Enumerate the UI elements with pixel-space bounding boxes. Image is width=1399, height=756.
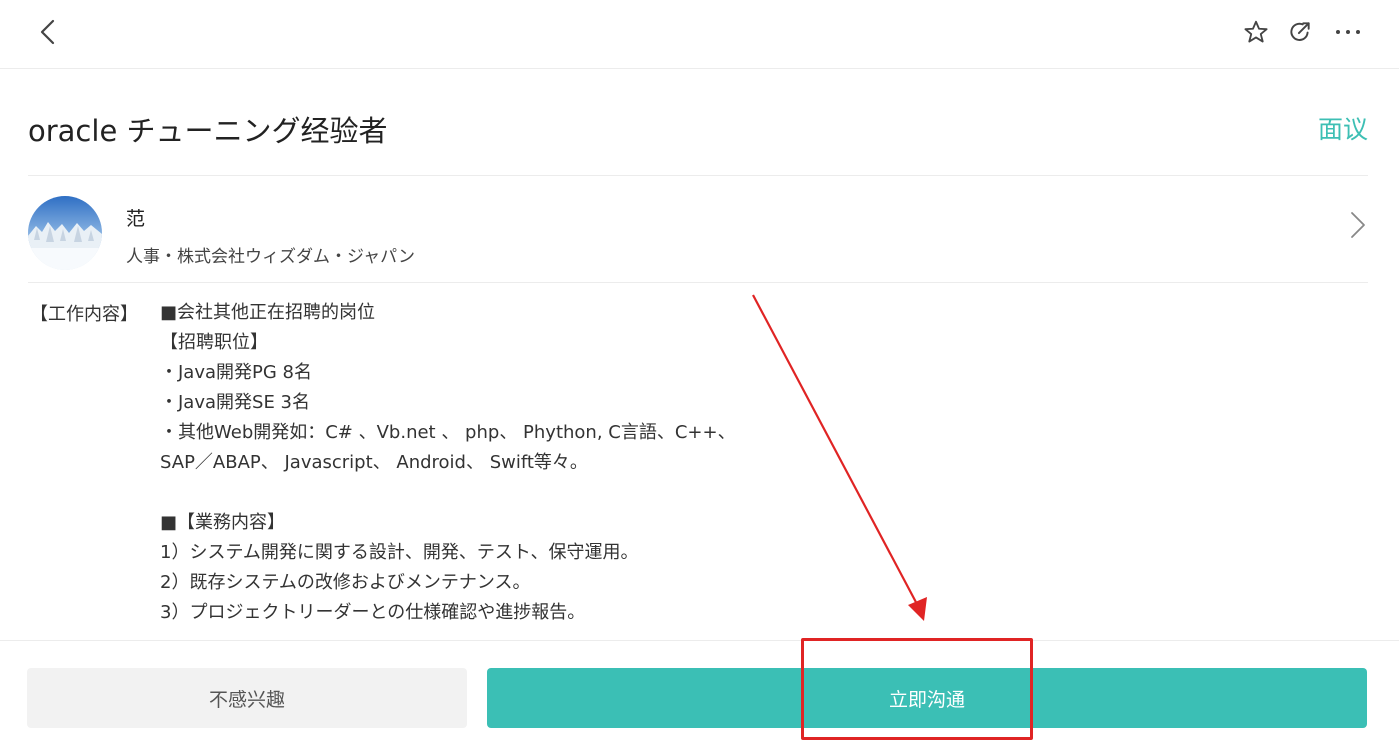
job-description: ■会社其他正在招聘的岗位 【招聘职位】 ・Java開発PG 8名 ・Java開発… xyxy=(160,298,820,633)
chevron-right-icon xyxy=(1351,212,1365,238)
recruiter-card[interactable]: 范 人事・株式会社ウィズダム・ジャパン xyxy=(28,176,1368,282)
description-line: ・其他Web開発如：C# 、Vb.net 、 php、 Phython, C言語… xyxy=(160,422,736,443)
description-line: 1）システム開発に関する設計、開発、テスト、保守運用。 xyxy=(160,542,639,563)
description-line: ■会社其他正在招聘的岗位 xyxy=(160,302,376,323)
recruiter-company: 人事・株式会社ウィズダム・ジャパン xyxy=(126,247,415,267)
description-line: 【招聘职位】 xyxy=(160,332,268,353)
annotation-highlight-box xyxy=(801,638,1033,740)
not-interested-button[interactable]: 不感兴趣 xyxy=(27,668,467,728)
description-line xyxy=(160,478,820,508)
job-title: oracle チューニング经验者 xyxy=(28,114,388,148)
share-icon xyxy=(1290,22,1310,41)
description-line: ・Java開発SE 3名 xyxy=(160,392,310,413)
top-bar xyxy=(0,0,1399,69)
more-icon xyxy=(1336,30,1360,34)
share-button[interactable] xyxy=(1284,16,1316,48)
bottom-action-bar: 不感兴趣 立即沟通 xyxy=(0,640,1399,756)
recruiter-name: 范 xyxy=(126,208,146,230)
description-line: 2）既存システムの改修およびメンテナンス。 xyxy=(160,572,531,593)
divider xyxy=(28,282,1368,283)
description-line: 3）プロジェクトリーダーとの仕様確認や進捗報告。 xyxy=(160,602,586,623)
description-line: SAP／ABAP、 Javascript、 Android、 Swift等々。 xyxy=(160,452,588,473)
job-header: oracle チューニング经验者 面议 xyxy=(28,96,1368,160)
favorite-button[interactable] xyxy=(1240,16,1272,48)
description-label: 【工作内容】 xyxy=(30,304,138,325)
description-line: ■【業務内容】 xyxy=(160,512,286,533)
chevron-left-icon xyxy=(40,19,55,45)
more-button[interactable] xyxy=(1330,16,1366,48)
description-line: ・Java開発PG 8名 xyxy=(160,362,312,383)
avatar xyxy=(28,196,102,270)
star-icon xyxy=(1244,20,1268,43)
salary: 面议 xyxy=(1317,115,1368,144)
back-button[interactable] xyxy=(30,14,66,50)
